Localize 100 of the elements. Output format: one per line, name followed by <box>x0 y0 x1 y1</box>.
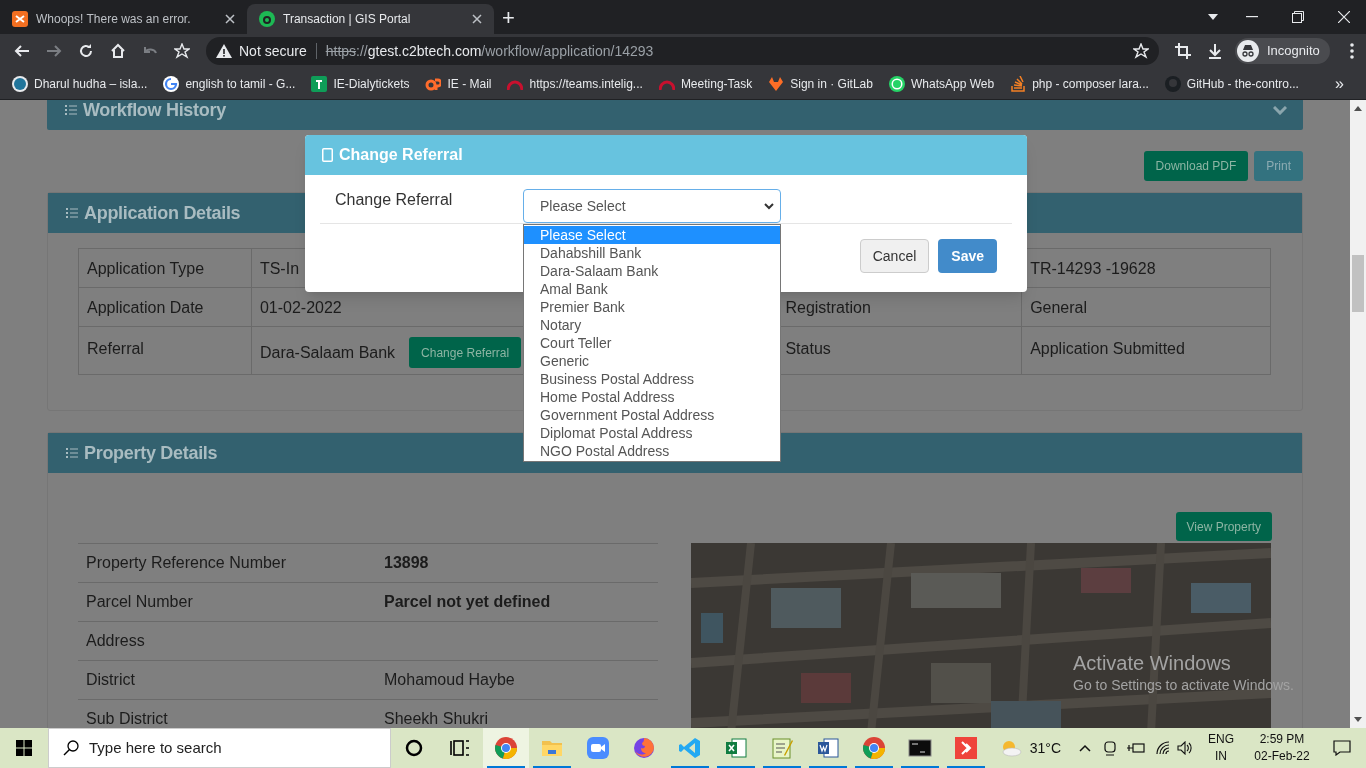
dropdown-option[interactable]: Home Postal Address <box>524 388 780 406</box>
app-logo-icon <box>259 11 275 27</box>
dropdown-option[interactable]: Dara-Salaam Bank <box>524 262 780 280</box>
language-indicator[interactable]: ENG IN <box>1205 731 1237 765</box>
more-bookmarks-button[interactable]: » <box>1335 71 1344 96</box>
battery-plug-icon[interactable] <box>1127 742 1145 754</box>
bookmark-link[interactable]: english to tamil - G... <box>163 74 296 93</box>
field-label: Change Referral <box>334 190 454 210</box>
tab-title: Whoops! There was an error. <box>36 11 192 28</box>
bookmark-star-icon[interactable] <box>1133 43 1149 59</box>
table-cell-text: Mohamoud Haybe <box>384 670 515 690</box>
bookmark-link[interactable]: https://teams.intelig... <box>507 74 643 93</box>
dropdown-option[interactable]: Premier Bank <box>524 298 780 316</box>
bookmark-link[interactable]: Sign in · GitLab <box>768 74 873 93</box>
scrollbar-thumb[interactable] <box>1352 255 1364 312</box>
profile-button[interactable]: Incognito <box>1235 38 1330 64</box>
menu-icon[interactable] <box>1349 43 1354 59</box>
bookmark-link[interactable]: IE - Mail <box>425 74 492 93</box>
chat-bubble-icon <box>888 75 905 92</box>
table-cell: TR-14293 -19628 <box>1030 260 1156 277</box>
dropdown-option[interactable]: Amal Bank <box>524 280 780 298</box>
address-bar[interactable]: Not secure https://gtest.c2btech.com/workflow/application/14293 <box>206 37 1159 65</box>
table-cell: General <box>1030 299 1088 316</box>
home-icon[interactable] <box>110 43 126 59</box>
notification-icon[interactable] <box>1333 740 1351 756</box>
dropdown-option[interactable]: Business Postal Address <box>524 370 780 388</box>
bookmark-link[interactable]: WhatsApp Web <box>888 74 995 93</box>
bookmark-link[interactable]: Meeting-Task <box>658 74 753 93</box>
dropdown-option[interactable]: Court Teller <box>524 334 780 352</box>
table-cell: Registration <box>785 299 871 316</box>
dropdown-option[interactable]: Government Postal Address <box>524 406 780 424</box>
dropdown-caret-icon[interactable] <box>1208 14 1218 20</box>
bookmark-link[interactable]: php - composer lara... <box>1010 74 1149 93</box>
list-icon <box>66 448 78 458</box>
table-cell: Status <box>785 340 831 357</box>
bookmark-link[interactable]: GitHub - the-contro... <box>1164 74 1299 93</box>
notepad-icon <box>770 736 794 760</box>
table-cell-text: 13898 <box>384 553 429 573</box>
bookmark-link[interactable]: IE-Dialytickets <box>311 74 410 93</box>
windows-logo-icon <box>16 740 32 756</box>
chrome-logo-icon <box>862 736 886 760</box>
url-text: https://gtest.c2btech.com/workflow/application/14293 <box>325 41 654 61</box>
table-cell: Application Submitted <box>1030 340 1185 357</box>
dropdown-option[interactable]: Dahabshill Bank <box>524 244 780 262</box>
remote-desktop-icon <box>954 736 978 760</box>
forward-arrow-icon[interactable] <box>46 43 62 59</box>
browser-tab[interactable]: Whoops! There was an error. <box>0 4 247 34</box>
table-cell: Referral <box>87 340 144 357</box>
table-cell: 01-02-2022 <box>259 299 342 316</box>
chevron-down-icon <box>764 202 774 210</box>
table-cell: Application Date <box>87 299 204 316</box>
chevron-up-icon[interactable] <box>1079 744 1091 752</box>
table-cell-text: Parcel Number <box>85 592 194 612</box>
fox-globe-icon <box>632 736 656 760</box>
table-cell-text: Parcel not yet defined <box>384 592 551 612</box>
scroll-down-icon[interactable] <box>1354 717 1362 722</box>
table-cell: Application Type <box>87 260 205 277</box>
new-tab-button[interactable]: + <box>500 6 517 30</box>
wifi-icon[interactable] <box>1155 741 1171 755</box>
scroll-up-icon[interactable] <box>1354 106 1362 111</box>
document-icon <box>816 736 840 760</box>
search-field[interactable]: Type here to search <box>48 728 391 768</box>
sheet-icon <box>311 75 328 92</box>
warning-icon <box>216 44 232 58</box>
restore-icon[interactable] <box>1292 11 1304 23</box>
activation-notice-title: Activate Windows <box>1073 651 1232 675</box>
chevron-down-icon[interactable] <box>1273 105 1287 115</box>
dropdown-option[interactable]: Diplomat Postal Address <box>524 424 780 442</box>
tab-title: Transaction | GIS Portal <box>283 11 412 28</box>
bookmark-link[interactable]: Dharul hudha – isla... <box>12 74 148 93</box>
video-camera-icon <box>586 736 610 760</box>
panel-title: Property Details <box>84 441 218 465</box>
crop-icon[interactable] <box>1175 43 1191 59</box>
browser-tab[interactable]: Transaction | GIS Portal <box>247 4 494 34</box>
speaker-icon[interactable] <box>1177 741 1193 755</box>
spreadsheet-icon <box>724 736 748 760</box>
panel-title: Application Details <box>84 201 241 225</box>
dropdown-option[interactable]: Generic <box>524 352 780 370</box>
minimize-icon[interactable] <box>1246 16 1258 18</box>
reload-icon[interactable] <box>78 43 94 59</box>
back-arrow-icon[interactable] <box>14 43 30 59</box>
app-logo-icon <box>12 11 28 27</box>
modal-title: Change Referral <box>339 145 463 165</box>
dropdown-option[interactable]: NGO Postal Address <box>524 442 780 460</box>
download-icon[interactable] <box>1207 43 1223 59</box>
stack-icon <box>1010 75 1027 92</box>
tablet-icon <box>322 148 333 162</box>
list-icon <box>65 105 77 115</box>
list-icon <box>66 208 78 218</box>
star-icon[interactable] <box>174 43 190 59</box>
save-button[interactable]: Save <box>938 239 997 273</box>
incognito-icon <box>1237 40 1259 62</box>
clock[interactable]: 2:59 PM 02-Feb-22 <box>1247 731 1317 765</box>
dropdown-option[interactable]: Notary <box>524 316 780 334</box>
referral-select[interactable]: Please Select <box>523 189 781 223</box>
close-icon[interactable] <box>472 14 482 24</box>
close-icon[interactable] <box>225 14 235 24</box>
table-cell-text: District <box>85 670 136 690</box>
cancel-button[interactable]: Cancel <box>859 239 930 273</box>
table-cell-text: Address <box>85 631 146 651</box>
